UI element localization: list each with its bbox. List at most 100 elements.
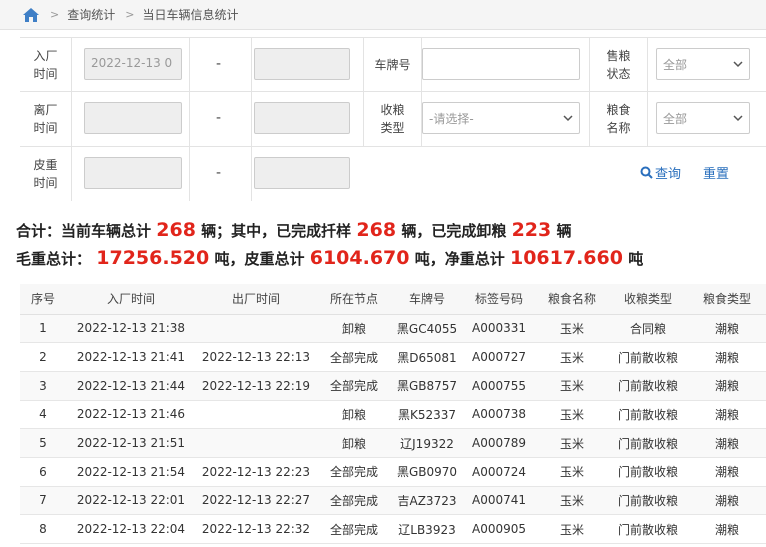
table-row[interactable]: 6 2022-12-13 21:54 2022-12-13 22:23 全部完成 黑GB…: [20, 457, 766, 487]
table-cell: 门前散收粮: [608, 514, 688, 544]
column-header[interactable]: 出厂时间: [196, 284, 316, 315]
column-header[interactable]: 入厂时间: [66, 284, 196, 315]
table-cell: A000724: [462, 457, 536, 487]
total-vehicles-value: 268: [156, 219, 196, 241]
table-cell: 潮粮: [688, 400, 766, 430]
table-cell: 门前散收粮: [608, 486, 688, 516]
entry-time-to-input[interactable]: [254, 48, 350, 80]
table-cell: 2022-12-13 21:51: [66, 428, 196, 458]
table-cell: [196, 314, 316, 344]
filter-actions: 查询 重置: [640, 163, 729, 182]
table-cell: A000331: [462, 314, 536, 344]
table-cell: 2: [20, 342, 66, 372]
table-cell: 2022-12-13 22:01: [66, 486, 196, 516]
chevron-down-icon: [563, 115, 573, 122]
table-cell: 潮粮: [688, 428, 766, 458]
plate-label: 车牌号: [364, 38, 422, 92]
breadcrumb-item-current: 当日车辆信息统计: [142, 8, 239, 22]
search-icon: [640, 166, 653, 179]
table-cell: A000727: [462, 342, 536, 372]
column-header[interactable]: 车牌号: [392, 284, 462, 315]
grain-name-select[interactable]: 全部: [656, 102, 750, 134]
breadcrumb-item-query-stats[interactable]: 查询统计: [67, 6, 115, 23]
table-cell: 门前散收粮: [608, 371, 688, 401]
table-row[interactable]: 4 2022-12-13 21:46 卸粮 黑K52337 A000738 玉米 门前散收粮…: [20, 400, 766, 430]
exit-time-from-input[interactable]: [84, 102, 182, 134]
table-row[interactable]: 3 2022-12-13 21:44 2022-12-13 22:19 全部完成 黑GB…: [20, 371, 766, 401]
table-cell: 2022-12-13 21:46: [66, 400, 196, 430]
table-cell: 卸粮: [316, 400, 392, 430]
table-header-row: 序号 入厂时间 出厂时间 所在节点 车牌号 标签号码 粮食名称 收粮类型 粮食类…: [20, 284, 766, 315]
sale-status-select[interactable]: 全部: [656, 48, 750, 80]
range-separator: -: [216, 110, 222, 126]
column-header[interactable]: 收粮类型: [608, 284, 688, 315]
sampled-value: 268: [356, 219, 397, 241]
table-cell: 黑GB8757: [392, 371, 462, 401]
table-cell: 卸粮: [316, 428, 392, 458]
table-cell: 黑K52337: [392, 400, 462, 430]
table-cell: 玉米: [536, 457, 608, 487]
table-cell: A000755: [462, 371, 536, 401]
grain-recv-type-label: 收粮类型: [364, 92, 422, 146]
table-cell: 卸粮: [316, 314, 392, 344]
table-cell: 1: [20, 314, 66, 344]
table-cell: 5: [20, 428, 66, 458]
table-cell: 全部完成: [316, 486, 392, 516]
query-button[interactable]: 查询: [640, 163, 681, 182]
home-icon[interactable]: [22, 7, 40, 23]
table-cell: 玉米: [536, 314, 608, 344]
table-cell: 2022-12-13 22:19: [196, 371, 316, 401]
table-cell: 潮粮: [688, 342, 766, 372]
column-header[interactable]: 序号: [20, 284, 66, 315]
table-cell: 合同粮: [608, 314, 688, 344]
table-cell: 全部完成: [316, 514, 392, 544]
chevron-down-icon: [733, 61, 743, 68]
table-cell: 潮粮: [688, 314, 766, 344]
table-row[interactable]: 7 2022-12-13 22:01 2022-12-13 22:27 全部完成 吉AZ…: [20, 486, 766, 516]
sale-status-label: 售粮状态: [590, 38, 648, 92]
query-button-label: 查询: [655, 167, 682, 182]
tare-time-to-input[interactable]: [254, 157, 350, 189]
table-cell: 7: [20, 486, 66, 516]
column-header[interactable]: 粮食名称: [536, 284, 608, 315]
table-cell: 潮粮: [688, 371, 766, 401]
table-cell: 全部完成: [316, 371, 392, 401]
exit-time-to-input[interactable]: [254, 102, 350, 134]
table-cell: 玉米: [536, 486, 608, 516]
table-cell: 2022-12-13 21:54: [66, 457, 196, 487]
table-cell: 潮粮: [688, 457, 766, 487]
table-cell: 玉米: [536, 371, 608, 401]
table-cell: 门前散收粮: [608, 342, 688, 372]
table-row[interactable]: 8 2022-12-13 22:04 2022-12-13 22:32 全部完成 辽LB…: [20, 514, 766, 544]
column-header[interactable]: 所在节点: [316, 284, 392, 315]
entry-time-label: 入厂时间: [20, 38, 72, 92]
tare-weight-value: 6104.670: [309, 247, 410, 269]
filter-form: 入厂时间 2022-12-13 0 - 车牌号 售粮状态 全部 离厂时间 - 收…: [20, 37, 766, 202]
column-header[interactable]: 标签号码: [462, 284, 536, 315]
table-row[interactable]: 2 2022-12-13 21:41 2022-12-13 22:13 全部完成 黑D6…: [20, 342, 766, 372]
gross-weight-value: 17256.520: [96, 247, 210, 269]
summary-vehicles: 合计：当前车辆总计 268 辆；其中，已完成扦样 268 辆，已完成卸粮 223…: [16, 219, 572, 241]
entry-time-from-input[interactable]: 2022-12-13 0: [84, 48, 182, 80]
grain-recv-type-select[interactable]: -请选择-: [422, 102, 580, 134]
table-row[interactable]: 1 2022-12-13 21:38 卸粮 黑GC4055 A000331 玉米 合同粮 潮粮: [20, 314, 766, 344]
table-cell: 玉米: [536, 514, 608, 544]
plate-input[interactable]: [422, 48, 580, 80]
chevron-right-icon: >: [50, 8, 60, 21]
column-header[interactable]: 粮食类型: [688, 284, 766, 315]
table-cell: 潮粮: [688, 514, 766, 544]
reset-button[interactable]: 重置: [703, 163, 729, 182]
table-cell: 门前散收粮: [608, 400, 688, 430]
breadcrumb: > 查询统计 > 当日车辆信息统计: [0, 0, 766, 30]
tare-time-from-input[interactable]: [84, 157, 182, 189]
table-cell: A000738: [462, 400, 536, 430]
range-separator: -: [216, 165, 222, 181]
table-cell: 2022-12-13 22:23: [196, 457, 316, 487]
table-cell: 2022-12-13 22:27: [196, 486, 316, 516]
summary-weights: 毛重总计： 17256.520 吨，皮重总计 6104.670 吨，净重总计 1…: [16, 247, 644, 269]
chevron-right-icon: >: [125, 8, 135, 21]
filter-row: 入厂时间 2022-12-13 0 - 车牌号 售粮状态 全部: [20, 37, 766, 92]
chevron-down-icon: [733, 115, 743, 122]
table-cell: 潮粮: [688, 486, 766, 516]
table-row[interactable]: 5 2022-12-13 21:51 卸粮 辽J19322 A000789 玉米 门前散收粮…: [20, 428, 766, 458]
